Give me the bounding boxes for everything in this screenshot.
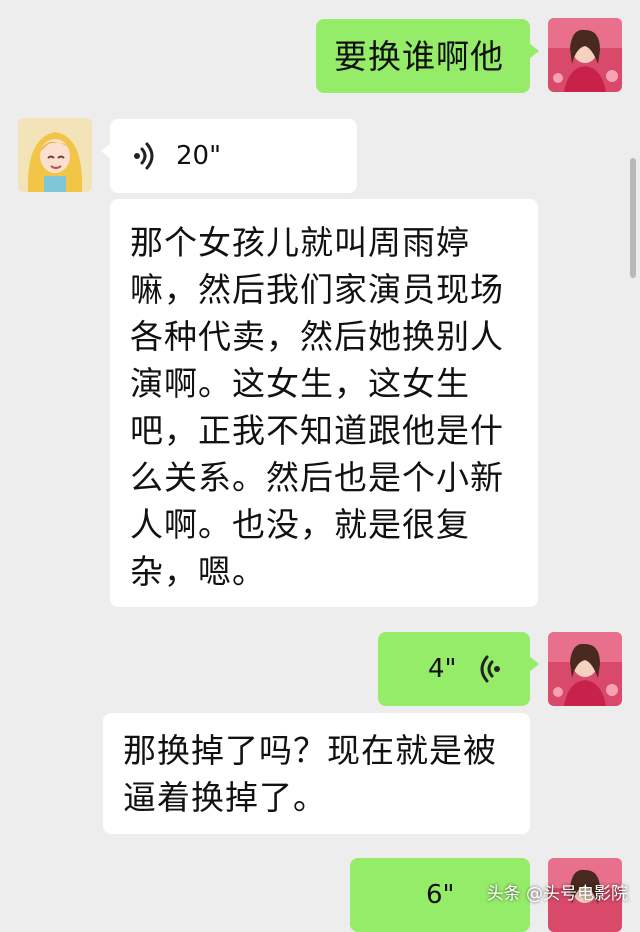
message-line: 那换掉了吗？现在就是被 — [123, 731, 497, 770]
message-line: 演啊。这女生，这女生 — [130, 364, 470, 403]
message-line: 嘛，然后我们家演员现场 — [130, 270, 504, 309]
message-text: 要换谁啊他 — [334, 37, 504, 76]
voice-duration: 6" — [426, 880, 455, 910]
message-line: 那个女孩儿就叫周雨婷 — [130, 223, 470, 262]
watermark: 头条 @头号电影院 — [486, 884, 628, 904]
self-avatar[interactable] — [548, 18, 622, 92]
message-line: 么关系。然后也是个小新 — [130, 458, 504, 497]
message-line: 人啊。也没，就是很复 — [130, 505, 470, 544]
voice-message-sent[interactable]: 4" — [378, 632, 539, 706]
self-avatar-image — [548, 18, 622, 92]
self-avatar[interactable] — [548, 632, 622, 706]
self-avatar-image — [548, 632, 622, 706]
message-line: 吧，正我不知道跟他是什 — [130, 411, 504, 450]
message-line: 杂，嗯。 — [130, 552, 266, 591]
message-line: 各种代卖，然后她换别人 — [130, 317, 504, 356]
voice-wave-icon — [480, 655, 500, 683]
message-bubble-sent[interactable]: 要换谁啊他 — [316, 19, 539, 93]
voice-message-received[interactable]: 20" — [101, 119, 357, 193]
scrollbar[interactable] — [630, 158, 636, 278]
message-bubble-received[interactable]: 那个女孩儿就叫周雨婷 嘛，然后我们家演员现场 各种代卖，然后她换别人 演啊。这女… — [110, 199, 538, 607]
voice-duration: 20" — [176, 141, 222, 171]
contact-avatar[interactable] — [18, 118, 92, 192]
message-bubble-received[interactable]: 那换掉了吗？现在就是被 逼着换掉了。 — [103, 713, 530, 834]
voice-duration: 4" — [428, 654, 457, 684]
message-line: 逼着换掉了。 — [123, 778, 327, 817]
voice-wave-icon — [134, 142, 154, 170]
contact-avatar-image — [18, 118, 92, 192]
